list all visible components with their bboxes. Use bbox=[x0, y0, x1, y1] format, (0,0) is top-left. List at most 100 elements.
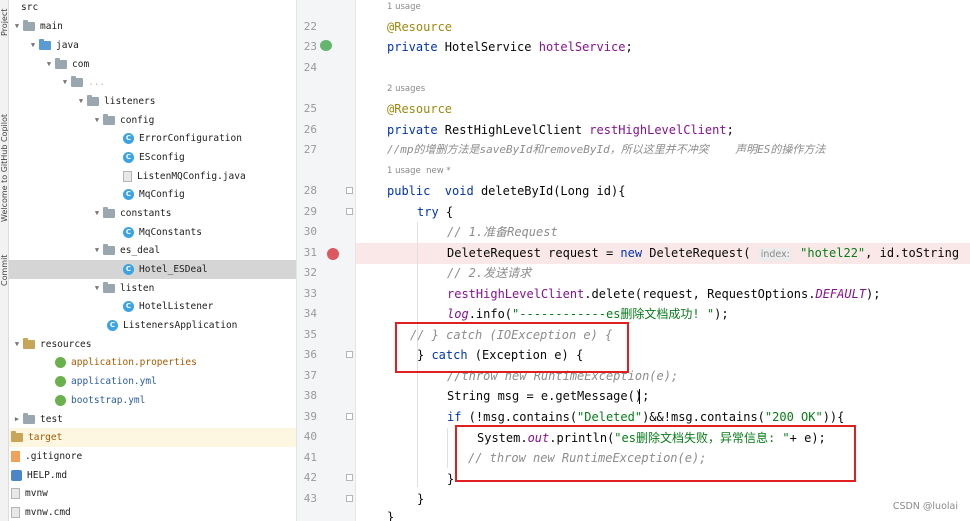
breakpoint-icon[interactable] bbox=[327, 248, 339, 260]
class-icon: C bbox=[123, 151, 134, 163]
tree-item-main[interactable]: ▼ main bbox=[9, 17, 296, 36]
tree-item-listenersapplication[interactable]: C ListenersApplication bbox=[9, 316, 296, 335]
tree-item-label: mvnw bbox=[25, 487, 48, 499]
chevron-right-icon[interactable]: ▶ bbox=[11, 415, 23, 423]
class-icon: C bbox=[123, 300, 134, 312]
code-line-27: //mp的增删方法是saveById和removeById，所以这里并不冲突 声… bbox=[387, 143, 826, 156]
tree-item-mvnw[interactable]: mvnw bbox=[9, 484, 296, 503]
tree-item-label: java bbox=[56, 39, 79, 51]
tree-item-java[interactable]: ▼ java bbox=[9, 36, 296, 55]
fold-marker-icon[interactable] bbox=[346, 495, 353, 502]
yml-file-icon bbox=[55, 394, 66, 406]
tree-item-application-properties[interactable]: application.properties bbox=[9, 353, 296, 372]
line-number: 28 bbox=[303, 184, 317, 197]
tool-tab-project[interactable]: Project bbox=[0, 2, 8, 36]
tree-item-gitignore[interactable]: .gitignore bbox=[9, 447, 296, 466]
tree-item-src[interactable]: src bbox=[9, 0, 296, 17]
chevron-down-icon[interactable]: ▼ bbox=[75, 97, 87, 105]
tree-item-label: constants bbox=[120, 207, 172, 219]
usage-hint[interactable]: 1 usage bbox=[387, 2, 421, 12]
tree-item-label: application.properties bbox=[71, 356, 197, 368]
tree-item-com[interactable]: ▼ com bbox=[9, 55, 296, 74]
line-number: 33 bbox=[303, 287, 317, 300]
tree-item-label: application.yml bbox=[71, 375, 157, 387]
tree-item-label: mvnw.cmd bbox=[25, 506, 71, 518]
chevron-down-icon[interactable]: ▼ bbox=[11, 340, 23, 348]
class-icon: C bbox=[123, 188, 134, 200]
tree-item-esconfig[interactable]: C ESconfig bbox=[9, 148, 296, 167]
chevron-down-icon[interactable]: ▼ bbox=[43, 60, 55, 68]
tree-item-listeners[interactable]: ▼ listeners bbox=[9, 92, 296, 111]
tree-item-resources[interactable]: ▼ resources bbox=[9, 335, 296, 354]
tree-item-label: HotelListener bbox=[139, 300, 214, 312]
fold-marker-icon[interactable] bbox=[346, 474, 353, 481]
tree-item-hotellistener[interactable]: C HotelListener bbox=[9, 297, 296, 316]
tree-item-label: src bbox=[21, 1, 39, 13]
usage-hint[interactable]: 1 usage new * bbox=[387, 166, 451, 176]
chevron-down-icon[interactable]: ▼ bbox=[91, 284, 103, 292]
tree-item-target[interactable]: target bbox=[9, 428, 296, 447]
indent-guide bbox=[447, 428, 448, 468]
tree-item-help-md[interactable]: HELP.md bbox=[9, 466, 296, 485]
spring-bean-icon[interactable] bbox=[320, 40, 332, 51]
line-number: 38 bbox=[303, 389, 317, 402]
editor-gutter[interactable]: 22 23 24 25 26 27 28 29 30 31 32 33 34 3… bbox=[297, 0, 356, 521]
properties-file-icon bbox=[55, 356, 66, 368]
tree-item-application-yml[interactable]: application.yml bbox=[9, 372, 296, 391]
code-line-38: String msg = e.getMessage(); bbox=[447, 389, 650, 403]
markdown-file-icon bbox=[11, 469, 22, 481]
tree-item-test[interactable]: ▶ test bbox=[9, 410, 296, 429]
tree-item-label: target bbox=[28, 431, 63, 443]
code-line-28: public void deleteById(Long id){ bbox=[387, 184, 626, 198]
fold-marker-icon[interactable] bbox=[346, 187, 353, 194]
line-number: 22 bbox=[303, 20, 317, 33]
tree-item-package[interactable]: ▼... bbox=[9, 73, 296, 92]
tree-item-constants[interactable]: ▼ constants bbox=[9, 204, 296, 223]
tool-tab-copilot-welcome[interactable]: Welcome to GitHub Copilot bbox=[0, 62, 8, 222]
fold-marker-icon[interactable] bbox=[346, 413, 353, 420]
parameter-hint: index: bbox=[757, 248, 793, 261]
package-icon bbox=[103, 281, 115, 293]
line-number: 24 bbox=[303, 61, 317, 74]
tree-item-mvnw-cmd[interactable]: mvnw.cmd bbox=[9, 503, 296, 521]
tree-item-listen[interactable]: ▼ listen bbox=[9, 279, 296, 298]
watermark: CSDN @luolai bbox=[892, 501, 958, 512]
code-line-32: // 2.发送请求 bbox=[447, 266, 532, 280]
tree-item-label: .gitignore bbox=[25, 450, 83, 462]
spring-class-icon: C bbox=[107, 319, 118, 331]
tree-item-bootstrap-yml[interactable]: bootstrap.yml bbox=[9, 391, 296, 410]
chevron-down-icon[interactable]: ▼ bbox=[27, 41, 39, 49]
tree-item-errorconfiguration[interactable]: C ErrorConfiguration bbox=[9, 129, 296, 148]
line-number: 26 bbox=[303, 123, 317, 136]
tree-item-config[interactable]: ▼ config bbox=[9, 111, 296, 130]
tree-item-mqconstants[interactable]: C MqConstants bbox=[9, 223, 296, 242]
tree-item-listenmqconfig[interactable]: ListenMQConfig.java bbox=[9, 167, 296, 186]
file-icon bbox=[11, 487, 20, 499]
package-icon bbox=[103, 113, 115, 125]
fold-marker-icon[interactable] bbox=[346, 208, 353, 215]
folder-icon bbox=[23, 412, 35, 424]
tree-item-label: test bbox=[40, 413, 63, 425]
tree-item-label: ListenersApplication bbox=[123, 319, 238, 331]
tree-item-label: main bbox=[40, 20, 63, 32]
source-folder-icon bbox=[39, 38, 51, 50]
file-icon bbox=[11, 506, 20, 518]
tool-tab-commit[interactable]: Commit bbox=[0, 246, 8, 286]
annotation-box-catch bbox=[395, 322, 629, 373]
chevron-down-icon[interactable]: ▼ bbox=[91, 246, 103, 254]
code-line-33: restHighLevelClient.delete(request, Requ… bbox=[447, 287, 881, 301]
fold-marker-icon[interactable] bbox=[346, 351, 353, 358]
tree-item-label: bootstrap.yml bbox=[71, 394, 146, 406]
tree-item-hotel-esdeal[interactable]: C Hotel_ESDeal bbox=[9, 260, 296, 279]
line-number: 35 bbox=[303, 328, 317, 341]
chevron-down-icon[interactable]: ▼ bbox=[91, 116, 103, 124]
tree-item-es-deal[interactable]: ▼ es_deal bbox=[9, 241, 296, 260]
chevron-down-icon[interactable]: ▼ bbox=[11, 22, 23, 30]
tree-item-label: config bbox=[120, 114, 155, 126]
folder-icon bbox=[23, 19, 35, 31]
tree-item-label: MqConfig bbox=[139, 188, 185, 200]
chevron-down-icon[interactable]: ▼ bbox=[59, 78, 71, 86]
chevron-down-icon[interactable]: ▼ bbox=[91, 209, 103, 217]
usage-hint[interactable]: 2 usages bbox=[387, 84, 425, 94]
tree-item-mqconfig[interactable]: C MqConfig bbox=[9, 185, 296, 204]
